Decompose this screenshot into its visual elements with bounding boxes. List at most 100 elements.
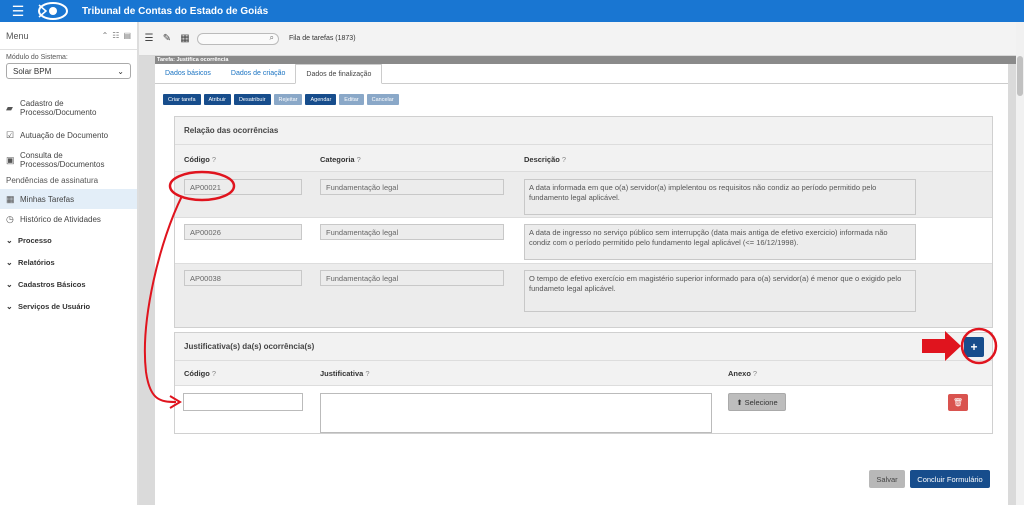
- sidebar-item-label: Histórico de Atividades: [20, 214, 101, 224]
- action-buttons: Criar tarefa Atribuir Desatribuir Rejeit…: [163, 94, 399, 105]
- task-banner: Tarefa: Justifica ocorrência: [155, 56, 1024, 64]
- chevron-down-icon: ⌄: [117, 66, 124, 76]
- editar-button[interactable]: Editar: [339, 94, 364, 105]
- help-icon[interactable]: ?: [212, 155, 216, 164]
- rejeitar-button[interactable]: Rejeitar: [273, 94, 303, 105]
- table-row: AP00021 Fundamentação legal A data infor…: [175, 171, 992, 217]
- top-bar: ☰ Tribunal de Contas do Estado de Goiás: [0, 0, 1024, 22]
- menu-label: Menu: [6, 30, 29, 41]
- justificativas-panel: Justificativa(s) da(s) ocorrência(s) + C…: [174, 332, 993, 434]
- folder-plus-icon: ▰: [6, 102, 13, 113]
- scrollbar-thumb[interactable]: [1017, 56, 1023, 96]
- help-icon[interactable]: ?: [357, 155, 361, 164]
- hamburger-menu-icon[interactable]: ☰: [0, 0, 36, 22]
- trash-icon: 🗑: [952, 398, 964, 407]
- codigo-field: AP00026: [184, 224, 302, 240]
- sidebar-group-label: Relatórios: [18, 257, 55, 267]
- table-row: AP00038 Fundamentação legal O tempo de e…: [175, 263, 992, 327]
- col-head-justificativa: Justificativa?: [320, 369, 370, 378]
- table-row: ⬆ Selecione 🗑: [175, 385, 992, 433]
- justificativa-textarea[interactable]: [320, 393, 712, 433]
- sidebar-group-relatorios[interactable]: ⌄ Relatórios: [0, 251, 137, 273]
- add-justificativa-button[interactable]: +: [964, 337, 984, 357]
- help-icon[interactable]: ?: [365, 369, 369, 378]
- ocorrencias-panel: Relação das ocorrências Código? Categori…: [174, 116, 993, 328]
- sidebar-item-consulta[interactable]: ▣ Consulta de Processos/Documentos: [0, 147, 137, 173]
- justificativas-title: Justificativa(s) da(s) ocorrência(s): [175, 333, 992, 361]
- sidebar-group-label: Serviços de Usuário: [18, 301, 91, 311]
- col-label: Anexo: [728, 369, 751, 378]
- desatribuir-button[interactable]: Desatribuir: [233, 94, 271, 105]
- clock-icon: ◷: [6, 213, 14, 224]
- sidebar-item-minhas-tarefas[interactable]: ▦ Minhas Tarefas: [0, 189, 137, 209]
- delete-button[interactable]: 🗑: [948, 394, 968, 411]
- ocorrencias-title: Relação das ocorrências: [175, 117, 992, 145]
- col-label: Descrição: [524, 155, 560, 164]
- descricao-field: A data de ingresso no serviço público se…: [524, 224, 916, 260]
- chevron-down-icon: ⌄: [6, 279, 13, 289]
- tab-dados-basicos[interactable]: Dados básicos: [155, 64, 221, 83]
- descricao-field: O tempo de efetivo exercício em magistér…: [524, 270, 916, 312]
- cancelar-button[interactable]: Cancelar: [366, 94, 399, 105]
- col-head-categoria: Categoria?: [320, 155, 361, 164]
- tce-logo: [36, 1, 74, 21]
- sidebar-item-label: Processo/Documento: [20, 108, 97, 117]
- calendar-icon: ▦: [6, 193, 15, 204]
- selecione-button[interactable]: ⬆ Selecione: [728, 393, 786, 411]
- calendar-icon[interactable]: ▦: [179, 33, 191, 44]
- col-label: Código: [184, 155, 210, 164]
- section-pendencias[interactable]: Pendências de assinatura: [0, 173, 137, 189]
- justificativa-codigo-input[interactable]: [183, 393, 303, 411]
- codigo-field: AP00021: [184, 179, 302, 195]
- sidebar-item-label: Consulta de: [20, 151, 63, 160]
- concluir-formulario-button[interactable]: Concluir Formulário: [910, 470, 990, 488]
- modulo-value: Solar BPM: [13, 66, 52, 76]
- atribuir-button[interactable]: Atribuir: [203, 94, 231, 105]
- categoria-field: Fundamentação legal: [320, 179, 504, 195]
- menu-header: Menu ⌃ ☷ ▤: [0, 22, 137, 50]
- upload-icon: ⬆: [736, 397, 743, 407]
- sidebar: Menu ⌃ ☷ ▤ Módulo do Sistema: Solar BPM …: [0, 22, 138, 505]
- tab-dados-criacao[interactable]: Dados de criação: [221, 64, 295, 83]
- sidebar-item-cadastro[interactable]: ▰ Cadastro de Processo/Documento: [0, 93, 137, 123]
- sidebar-item-label: Autuação de Documento: [20, 130, 109, 140]
- form-content: Dados básicos Dados de criação Dados de …: [155, 64, 1008, 505]
- task-queue-label: Fila de tarefas (1873): [289, 35, 356, 42]
- grid-view-icon[interactable]: ▤: [123, 31, 131, 40]
- collapse-icon[interactable]: ⌃: [102, 31, 109, 40]
- modulo-label: Módulo do Sistema:: [6, 54, 68, 61]
- sidebar-item-autuacao[interactable]: ☑ Autuação de Documento: [0, 123, 137, 147]
- clipboard-icon: ▣: [6, 154, 15, 165]
- codigo-field: AP00038: [184, 270, 302, 286]
- criar-tarefa-button[interactable]: Criar tarefa: [163, 94, 201, 105]
- sidebar-group-servicos[interactable]: ⌄ Serviços de Usuário: [0, 295, 137, 317]
- list-icon[interactable]: ☰: [143, 33, 155, 44]
- sidebar-group-cadastros[interactable]: ⌄ Cadastros Básicos: [0, 273, 137, 295]
- search-icon[interactable]: ⌕: [270, 33, 274, 43]
- help-icon[interactable]: ?: [753, 369, 757, 378]
- sidebar-item-label: Processos/Documentos: [20, 160, 105, 169]
- modulo-select[interactable]: Solar BPM ⌄: [6, 63, 131, 79]
- agendar-button[interactable]: Agendar: [305, 94, 337, 105]
- table-row: AP00026 Fundamentação legal A data de in…: [175, 217, 992, 263]
- wrench-icon[interactable]: ✎: [161, 33, 173, 44]
- col-label: Código: [184, 369, 210, 378]
- check-square-icon: ☑: [6, 129, 15, 140]
- help-icon[interactable]: ?: [562, 155, 566, 164]
- chevron-down-icon: ⌄: [6, 257, 13, 267]
- search-input[interactable]: ⌕: [197, 32, 279, 45]
- list-view-icon[interactable]: ☷: [112, 31, 119, 40]
- col-label: Categoria: [320, 155, 355, 164]
- descricao-field: A data informada em que o(a) servidor(a)…: [524, 179, 916, 215]
- salvar-button[interactable]: Salvar: [869, 470, 905, 488]
- col-head-descricao: Descrição?: [524, 155, 566, 164]
- tab-dados-finalizacao[interactable]: Dados de finalização: [295, 64, 383, 84]
- main-area: ☰ ✎ ▦ ⌕ Fila de tarefas (1873) Tarefa: J…: [139, 22, 1024, 505]
- chevron-down-icon: ⌄: [6, 301, 13, 311]
- col-label: Justificativa: [320, 369, 364, 378]
- sidebar-group-processo[interactable]: ⌄ Processo: [0, 229, 137, 251]
- toolbar: ☰ ✎ ▦ ⌕ Fila de tarefas (1873): [139, 22, 1024, 56]
- sidebar-item-historico[interactable]: ◷ Histórico de Atividades: [0, 209, 137, 229]
- help-icon[interactable]: ?: [212, 369, 216, 378]
- app-title: Tribunal de Contas do Estado de Goiás: [82, 5, 269, 17]
